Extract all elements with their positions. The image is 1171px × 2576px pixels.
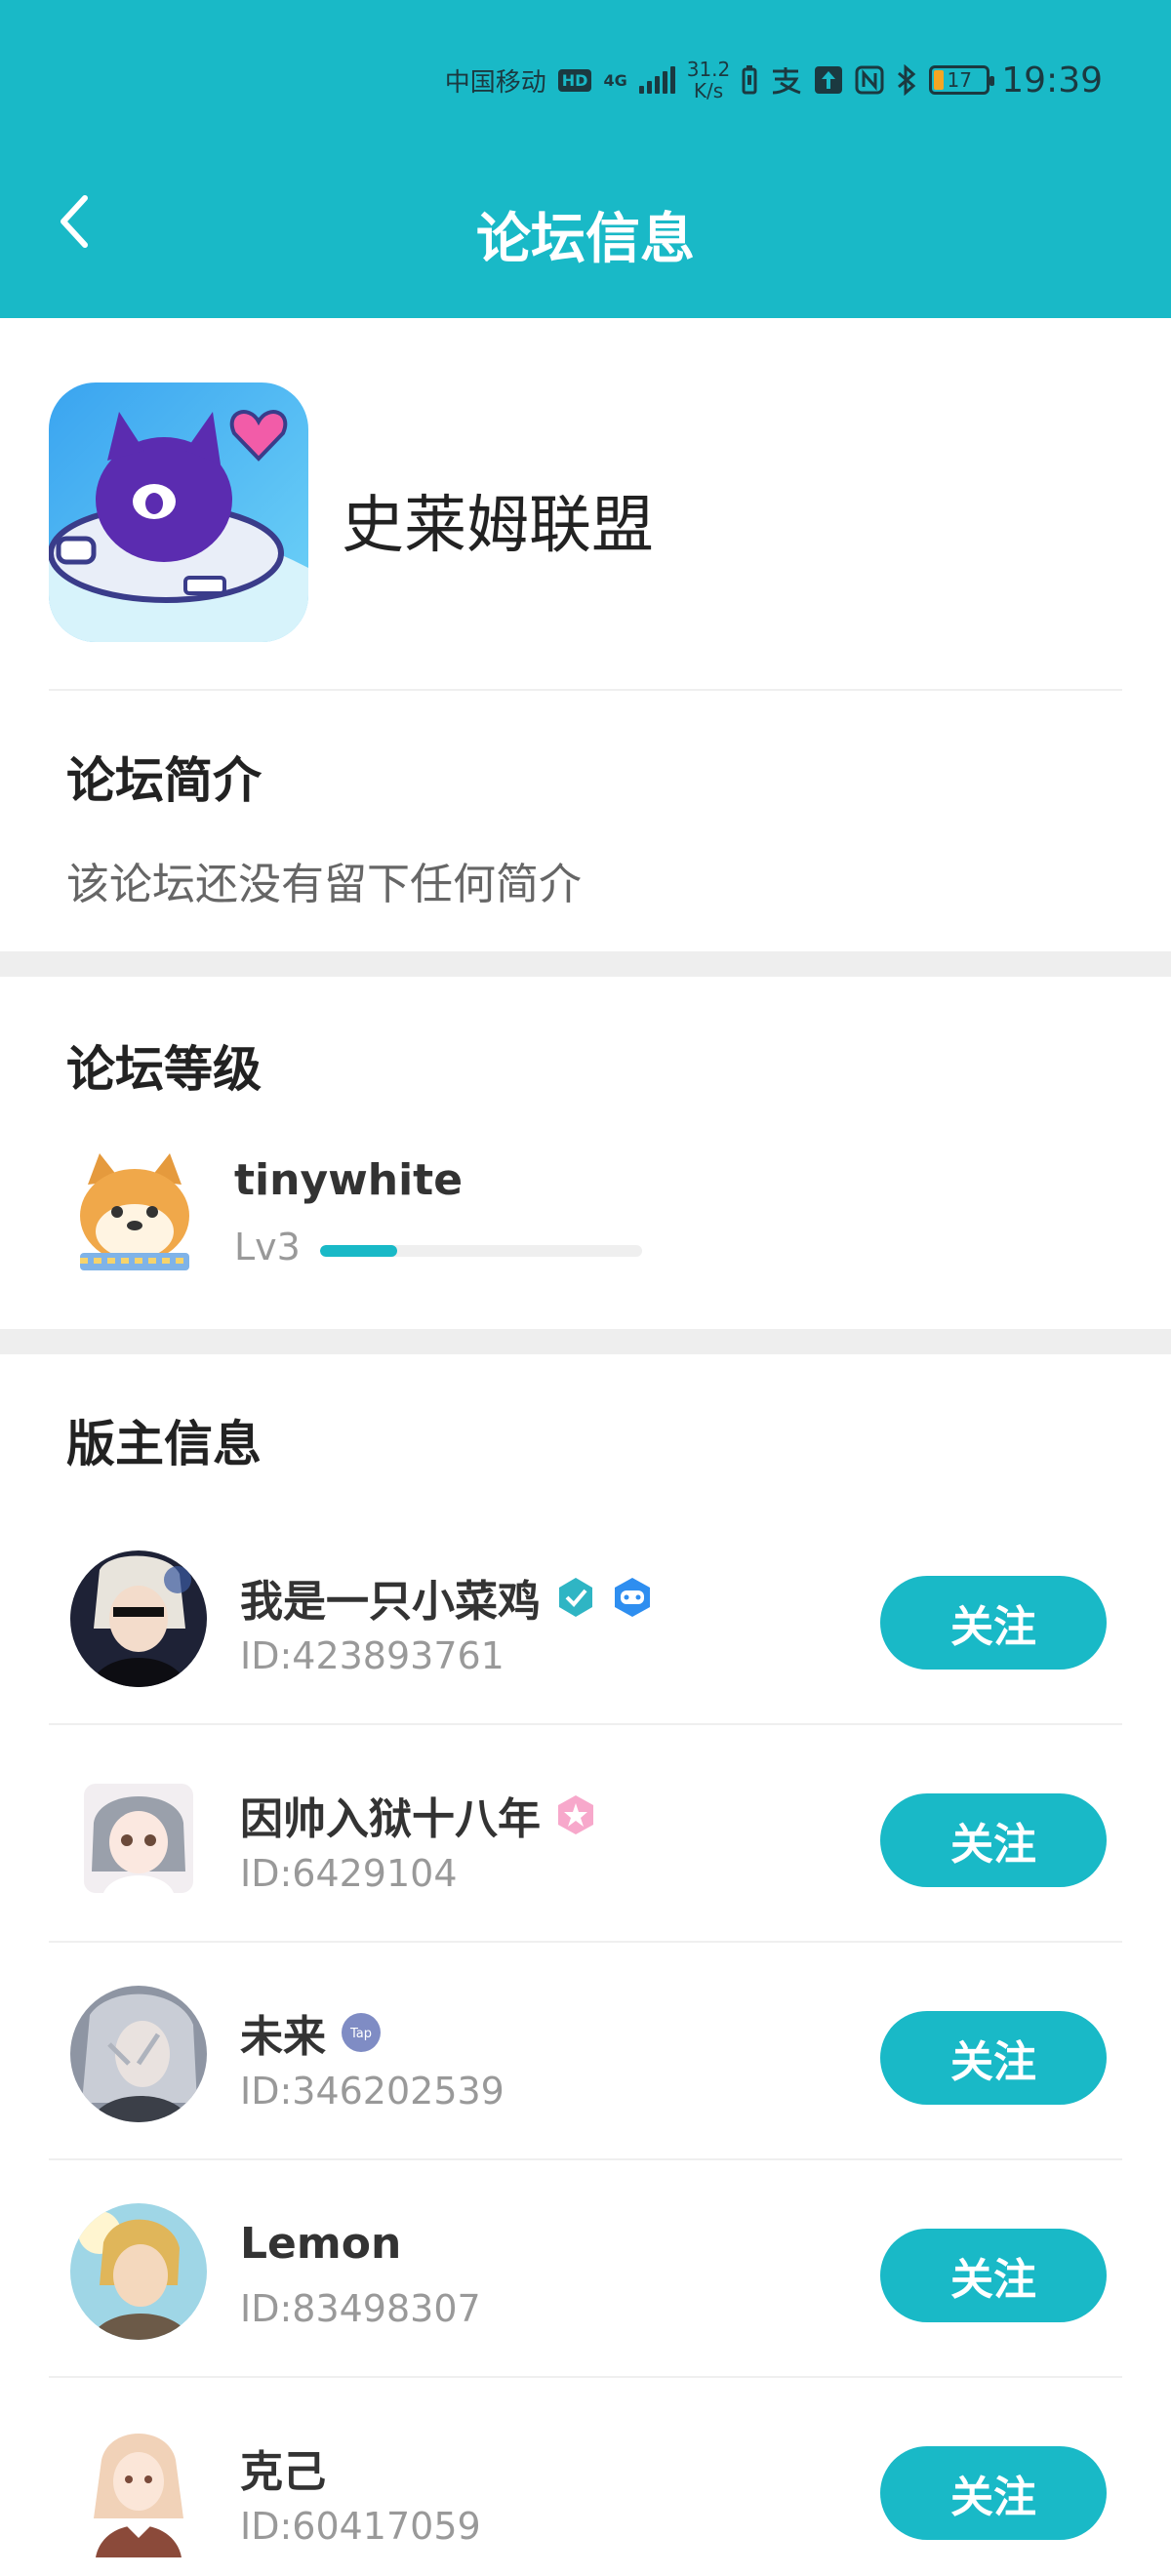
moderator-title: 版主信息 [66,1416,262,1472]
moderator-id: ID:346202539 [240,2070,505,2113]
intro-title: 论坛简介 [66,752,262,809]
network-type: 4G [603,70,627,90]
hd-icon: HD [557,68,592,92]
forum-intro-section: 论坛简介 该论坛还没有留下任何简介 [66,742,1101,911]
follow-button[interactable]: 关注 [880,2446,1107,2540]
level-user[interactable]: tinywhite Lv3 [66,1146,1101,1292]
page-title: 论坛信息 [476,208,695,271]
moderator-id: ID:83498307 [240,2287,481,2330]
section-divider [0,1329,1171,1354]
clock: 19:39 [1001,60,1103,101]
moderator-section: 版主信息 [66,1405,1101,1475]
net-speed-unit: K/s [693,79,724,102]
forum-icon[interactable] [49,382,308,642]
nav-bar: 论坛信息 [0,176,1171,273]
follow-button[interactable]: 关注 [880,2011,1107,2105]
follow-button[interactable]: 关注 [880,2229,1107,2322]
moderator-row[interactable]: 未来 Tap ID:346202539 关注 [49,1943,1122,2160]
user-avatar [66,1146,203,1282]
section-divider [0,951,1171,977]
follow-button[interactable]: 关注 [880,1576,1107,1670]
moderator-name: Lemon [240,2219,402,2269]
moderator-list: 我是一只小菜鸡 ID:423893761 关注 因帅入狱十八年 ID:64291… [49,1508,1122,2576]
moderator-avatar [70,2421,207,2557]
level-progress-bar [320,1245,642,1257]
battery-level-fill [934,70,945,90]
forum-name: 史莱姆联盟 [342,490,654,562]
moderator-name: 我是一只小菜鸡 [240,1577,541,1627]
moderator-avatar [70,2203,207,2340]
moderator-id: ID:60417059 [240,2505,481,2548]
game-badge-icon [611,1576,654,1619]
nfc-icon [855,65,884,95]
intro-text: 该论坛还没有留下任何简介 [66,860,582,909]
level-user-name: tinywhite [234,1155,464,1205]
moderator-name: 因帅入狱十八年 [240,1794,541,1844]
battery-icon: 17 [929,65,995,95]
net-speed: 31.2 K/s [687,59,731,101]
moderator-name: 克己 [240,2447,326,2497]
moderator-avatar [70,1986,207,2122]
moderator-avatar [70,1550,207,1687]
level-title: 论坛等级 [66,1041,262,1098]
upload-icon [814,65,843,95]
moderator-row[interactable]: 克己 ID:60417059 关注 [49,2378,1122,2576]
moderator-row[interactable]: 因帅入狱十八年 ID:6429104 关注 [49,1725,1122,1943]
moderator-row[interactable]: Lemon ID:83498307 关注 [49,2160,1122,2378]
battery-saver-icon [742,65,757,95]
status-bar: 中国移动 HD 4G 31.2 K/s 17 19:39 [0,59,1171,117]
bluetooth-icon [896,64,917,96]
moderator-row[interactable]: 我是一只小菜鸡 ID:423893761 关注 [49,1508,1122,1725]
moderator-avatar [84,1784,193,1893]
tap-badge-icon: Tap [340,2011,383,2054]
pink-star-badge-icon [554,1793,597,1836]
battery-level: 17 [947,68,972,92]
alipay-icon [769,65,802,95]
level-label: Lv3 [234,1226,301,1268]
carrier-label: 中国移动 [444,67,546,98]
moderator-name: 未来 [240,2012,326,2062]
moderator-id: ID:6429104 [240,1852,458,1895]
net-speed-value: 31.2 [686,58,731,81]
app-header: 中国移动 HD 4G 31.2 K/s 17 19:39 论坛信息 [0,0,1171,318]
moderator-id: ID:423893761 [240,1634,505,1677]
forum-header: 史莱姆联盟 [49,382,1122,691]
forum-level-section: 论坛等级 tinywhite Lv3 [66,1030,1101,1270]
level-progress-fill [320,1245,398,1257]
follow-button[interactable]: 关注 [880,1793,1107,1887]
verified-badge-icon [554,1576,597,1619]
svg-text:Tap: Tap [349,2027,372,2041]
signal-icon [638,66,675,94]
